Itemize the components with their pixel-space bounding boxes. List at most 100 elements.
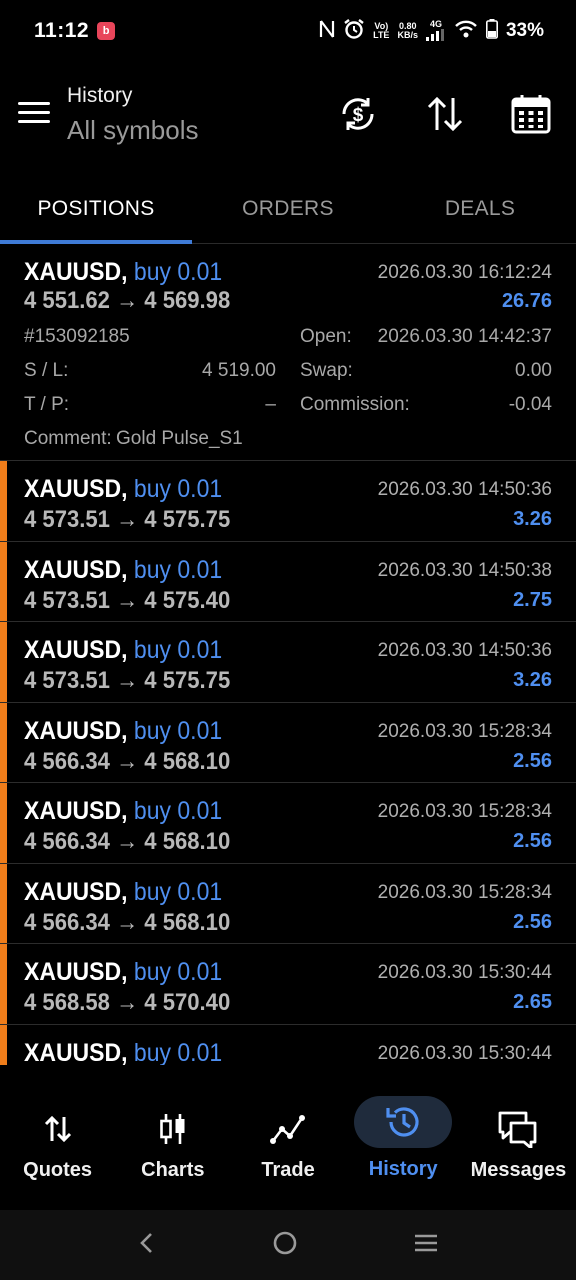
comment-value: Gold Pulse_S1 xyxy=(116,428,243,449)
list-item[interactable]: XAUUSD, buy 0.01 4 573.51 → 4 575.75 202… xyxy=(0,461,576,542)
position-side: buy 0.01 xyxy=(133,877,223,906)
recents-icon[interactable] xyxy=(413,1232,439,1259)
tab-deals[interactable]: DEALS xyxy=(384,174,576,243)
nav-messages[interactable]: Messages xyxy=(461,1065,576,1210)
list-item[interactable]: XAUUSD, buy 0.01 4 566.34 → 4 568.10 202… xyxy=(0,702,576,783)
alarm-icon xyxy=(343,18,365,45)
nav-history[interactable]: History xyxy=(346,1065,461,1210)
open-value: 2026.03.30 14:42:37 xyxy=(377,326,552,347)
network-speed: 0.80 KB/s xyxy=(397,22,418,40)
position-profit: 26.76 xyxy=(501,290,552,312)
currency-sync-icon: $ xyxy=(342,98,374,130)
back-icon[interactable] xyxy=(137,1231,157,1260)
swap-value: 0.00 xyxy=(515,360,552,381)
position-profit: 2.56 xyxy=(513,910,552,933)
position-symbol: XAUUSD, buy 0.01 xyxy=(24,878,222,907)
signal-icon: 4G xyxy=(425,18,446,43)
position-side: buy 0.01 xyxy=(133,797,223,825)
bottom-navigation: Quotes Charts Trade History Messages xyxy=(0,1065,576,1210)
arrows-updown-icon xyxy=(9,1103,107,1155)
wifi-icon xyxy=(454,19,478,44)
list-item[interactable]: XAUUSD, buy 0.01 4 568.58 → 4 570.40 202… xyxy=(0,944,576,1025)
position-prices: 4 568.58 → 4 570.40 xyxy=(24,989,231,1016)
symbol-name: XAUUSD, xyxy=(24,555,128,584)
list-item[interactable]: XAUUSD, buy 0.01 4 573.51 → 4 575.40 202… xyxy=(0,541,576,622)
position-side: buy 0.01 xyxy=(133,958,223,986)
position-side: buy 0.01 xyxy=(133,555,223,584)
position-close-time: 2026.03.30 15:28:34 xyxy=(377,881,552,903)
network-speed-text: 0.80 KB/s xyxy=(397,21,418,40)
symbol-filter[interactable]: All symbols xyxy=(67,115,198,146)
hamburger-menu-icon[interactable] xyxy=(18,102,50,126)
nav-quotes[interactable]: Quotes xyxy=(0,1065,115,1210)
position-symbol: XAUUSD, buy 0.01 xyxy=(24,636,222,665)
position-symbol: XAUUSD, buy 0.01 xyxy=(24,717,222,746)
position-prices: 4 566.34 → 4 568.10 xyxy=(24,908,231,936)
home-icon[interactable] xyxy=(272,1230,298,1261)
position-prices: 4 573.51 → 4 575.75 xyxy=(24,667,231,694)
position-profit: 2.65 xyxy=(513,991,552,1013)
list-item[interactable]: XAUUSD, buy 0.01 4 573.51 → 4 575.75 202… xyxy=(0,622,576,703)
position-profit: 3.26 xyxy=(513,669,552,691)
position-close-time: 2026.03.30 15:30:44 xyxy=(377,1042,552,1064)
signal-label: 4G xyxy=(429,18,442,29)
sl-value: 4 519.00 xyxy=(202,360,276,381)
nav-trade-label: Trade xyxy=(261,1159,315,1181)
position-symbol: XAUUSD, buy 0.01 xyxy=(24,958,222,987)
commission-value: -0.04 xyxy=(508,394,552,415)
symbol-name: XAUUSD, xyxy=(24,877,128,906)
position-prices: 4 573.51 → 4 575.75 xyxy=(24,506,231,533)
nav-trade[interactable]: Trade xyxy=(230,1065,345,1210)
position-symbol: XAUUSD, buy 0.01 xyxy=(24,556,222,585)
position-close-time: 2026.03.30 14:50:36 xyxy=(377,479,552,500)
symbol-name: XAUUSD, xyxy=(24,797,128,825)
position-symbol: XAUUSD, buy 0.01 xyxy=(24,797,222,826)
position-profit: 2.75 xyxy=(513,588,552,611)
currency-exchange-button[interactable]: $ xyxy=(336,92,380,136)
list-item[interactable]: XAUUSD, buy 0.01 4 566.34 → 4 568.10 202… xyxy=(0,783,576,864)
app-notification-icon: b xyxy=(97,22,116,40)
position-symbol: XAUUSD, buy 0.01 xyxy=(24,1039,222,1066)
position-symbol: XAUUSD, buy 0.01 xyxy=(24,475,222,504)
nfc-icon xyxy=(319,19,335,44)
position-close-time: 2026.03.30 14:50:38 xyxy=(377,559,552,581)
system-navigation-bar xyxy=(0,1210,576,1280)
position-prices: 4 573.51 → 4 575.40 xyxy=(24,586,231,614)
list-item[interactable]: XAUUSD, buy 0.01 4 566.34 → 4 568.10 202… xyxy=(0,863,576,944)
sort-arrows-icon xyxy=(427,96,463,132)
symbol-name: XAUUSD, xyxy=(24,636,128,664)
candlestick-icon xyxy=(124,1103,222,1155)
expanded-position[interactable]: XAUUSD, buy 0.01 4 551.62 → 4 569.98 202… xyxy=(0,244,576,461)
position-symbol: XAUUSD, buy 0.01 xyxy=(24,258,222,287)
list-item[interactable]: XAUUSD, buy 0.01 2026.03.30 15:30:44 xyxy=(0,1024,576,1066)
history-tabs: POSITIONS ORDERS DEALS xyxy=(0,174,576,244)
position-close-time: 2026.03.30 15:28:34 xyxy=(377,720,552,742)
nav-charts-label: Charts xyxy=(141,1159,205,1181)
position-profit: 3.26 xyxy=(513,508,552,530)
position-close-time: 2026.03.30 14:50:36 xyxy=(377,640,552,661)
tab-orders[interactable]: ORDERS xyxy=(192,174,384,243)
nav-quotes-label: Quotes xyxy=(23,1159,93,1181)
calendar-icon xyxy=(511,95,551,134)
sort-button[interactable] xyxy=(423,92,467,136)
symbol-name: XAUUSD, xyxy=(24,958,128,986)
status-bar: 11:12 b Vo) LTE 0.80 KB/s 4G 33% xyxy=(0,0,576,62)
position-profit: 2.56 xyxy=(513,749,552,772)
tab-positions[interactable]: POSITIONS xyxy=(0,174,192,244)
battery-level: 33% xyxy=(505,20,544,41)
nav-history-label: History xyxy=(368,1158,438,1180)
comment-label: Comment: xyxy=(24,428,112,449)
app-header: History All symbols $ xyxy=(0,62,576,174)
position-prices: 4 566.34 → 4 568.10 xyxy=(24,747,231,775)
status-icons: Vo) LTE 0.80 KB/s 4G 33% xyxy=(319,18,544,45)
calendar-button[interactable] xyxy=(509,92,553,136)
position-close-time: 2026.03.30 15:28:34 xyxy=(377,801,552,822)
positions-list: XAUUSD, buy 0.01 4 551.62 → 4 569.98 202… xyxy=(0,244,576,1065)
tp-value: – xyxy=(265,394,276,415)
nav-charts[interactable]: Charts xyxy=(115,1065,230,1210)
tp-label: T / P: xyxy=(24,394,70,415)
position-prices: 4 551.62 → 4 569.98 xyxy=(24,287,231,314)
volte-icon: Vo) LTE xyxy=(373,21,390,40)
nav-messages-label: Messages xyxy=(470,1159,567,1181)
position-close-time: 2026.03.30 15:30:44 xyxy=(377,962,552,983)
